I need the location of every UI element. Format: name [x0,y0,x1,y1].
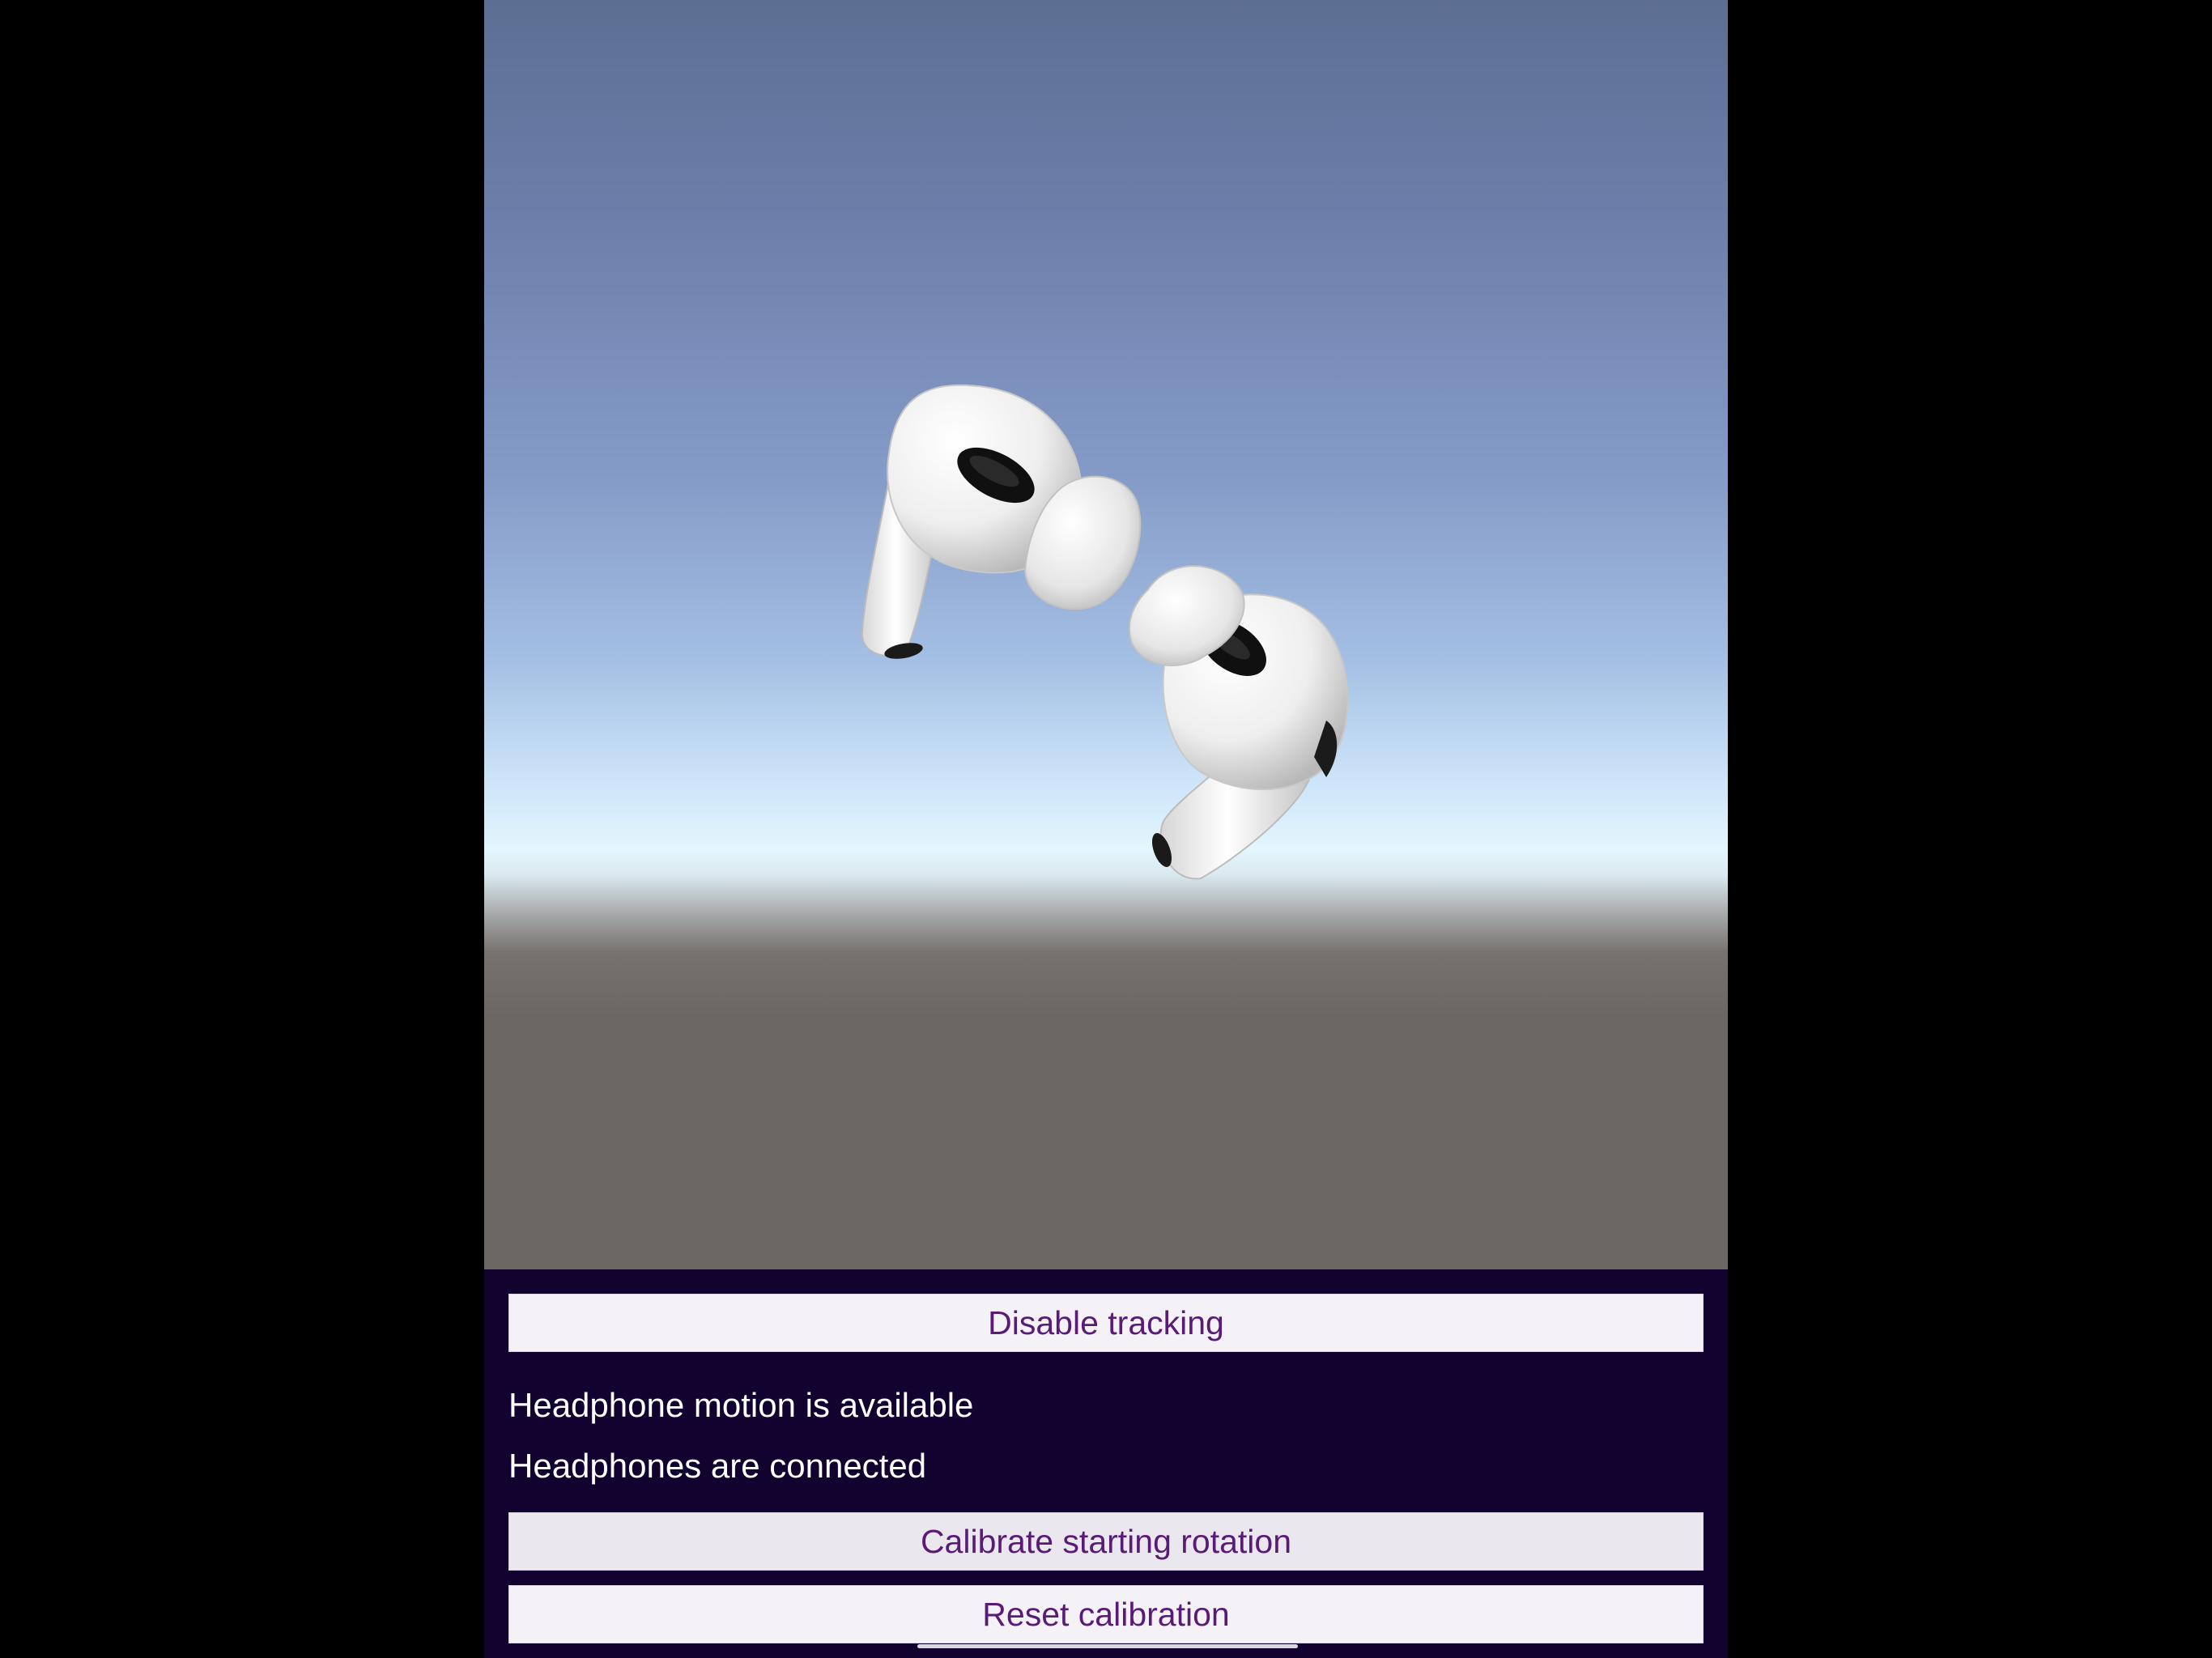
disable-tracking-button[interactable]: Disable tracking [508,1294,1704,1352]
left-earbud [861,384,1142,659]
earbuds-model [861,384,1349,880]
reset-calibration-button[interactable]: Reset calibration [508,1585,1704,1643]
control-panel: Disable tracking Headphone motion is ava… [484,1269,1728,1658]
connection-status-text: Headphones are connected [508,1447,927,1485]
3d-viewport[interactable] [484,0,1728,1269]
screen: Disable tracking Headphone motion is ava… [0,0,2212,1658]
app-window: Disable tracking Headphone motion is ava… [484,0,1728,1658]
home-indicator[interactable] [917,1644,1298,1648]
calibrate-rotation-button[interactable]: Calibrate starting rotation [508,1512,1704,1571]
right-earbud [1128,565,1349,880]
motion-status-text: Headphone motion is available [508,1386,974,1424]
